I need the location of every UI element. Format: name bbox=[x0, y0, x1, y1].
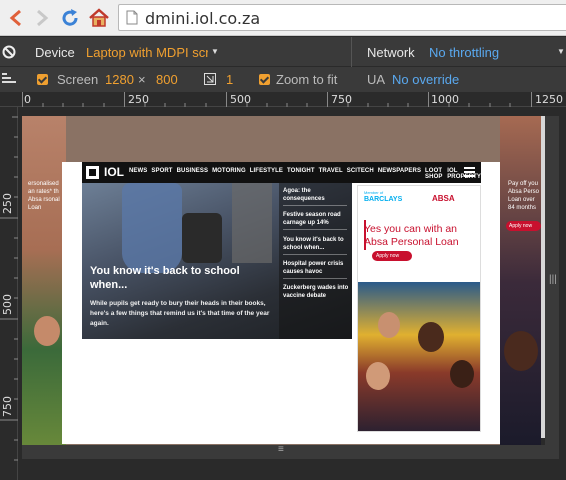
grip-icon: ≡ bbox=[278, 444, 284, 455]
iol-navbar: IOL NEWS SPORT BUSINESS MOTORING LIFESTY… bbox=[82, 162, 481, 183]
right-skin-ad[interactable] bbox=[500, 116, 541, 450]
resize-handle-right[interactable]: ||| bbox=[545, 116, 559, 450]
hero-title[interactable]: You know it's back to school when... bbox=[90, 264, 258, 292]
nav-link-business[interactable]: BUSINESS bbox=[177, 168, 208, 180]
divider bbox=[283, 205, 347, 206]
back-button[interactable] bbox=[4, 6, 28, 30]
toolbar-divider bbox=[351, 37, 352, 67]
screen-width-input[interactable]: 1280 bbox=[105, 72, 134, 87]
network-select[interactable]: No throttling ▼ bbox=[426, 42, 566, 62]
hero-image-figure bbox=[122, 183, 182, 273]
ruler-ticks-vertical bbox=[0, 116, 18, 461]
side-headline[interactable]: Hospital power crisis causes havoc bbox=[283, 260, 349, 276]
ad-person-image bbox=[34, 316, 60, 346]
side-headline[interactable]: Zuckerberg wades into vaccine debate bbox=[283, 284, 349, 300]
apply-now-button[interactable]: Apply now bbox=[372, 251, 412, 261]
times-sign: × bbox=[138, 72, 146, 87]
network-label: Network bbox=[367, 45, 415, 60]
chevron-down-icon: ▼ bbox=[557, 47, 565, 56]
ad-face bbox=[366, 362, 390, 390]
side-headline[interactable]: You know it's back to school when... bbox=[283, 236, 349, 252]
nav-link-sport[interactable]: SPORT bbox=[151, 168, 172, 180]
page-icon bbox=[126, 10, 138, 25]
media-query-icon[interactable] bbox=[2, 73, 18, 85]
swap-dimensions-icon[interactable] bbox=[204, 73, 216, 85]
left-ad-text: ersonalised an rates* th Absa rsonal Loa… bbox=[28, 181, 60, 211]
iol-logo-icon[interactable] bbox=[86, 166, 99, 179]
left-skin-ad[interactable] bbox=[22, 116, 66, 450]
ad-crowd-image bbox=[358, 282, 480, 431]
barclays-member-text: Member of bbox=[364, 190, 384, 195]
menu-icon[interactable] bbox=[464, 167, 475, 177]
side-headline[interactable]: Agoa: the consequences bbox=[283, 187, 349, 203]
hero-description: While pupils get ready to bury their hea… bbox=[90, 300, 270, 327]
divider bbox=[283, 229, 347, 230]
zoom-to-fit-checkbox[interactable] bbox=[259, 74, 270, 85]
apply-now-label: Apply now bbox=[376, 253, 400, 259]
grip-icon: ||| bbox=[549, 274, 557, 285]
screen-checkbox[interactable] bbox=[37, 74, 48, 85]
iol-page: IOL NEWS SPORT BUSINESS MOTORING LIFESTY… bbox=[62, 162, 500, 444]
dpr-input[interactable]: 1 bbox=[226, 72, 233, 87]
home-icon bbox=[89, 8, 109, 27]
screen-height-input[interactable]: 800 bbox=[156, 72, 178, 87]
iol-logo[interactable]: IOL bbox=[104, 165, 124, 179]
ad-person-image bbox=[504, 331, 538, 371]
browser-toolbar: dmini.iol.co.za bbox=[0, 0, 566, 36]
nav-link-tonight[interactable]: TONIGHT bbox=[287, 168, 315, 180]
emulation-toolbar: Device Laptop with MDPI scr ▼ Network No… bbox=[0, 37, 566, 67]
device-select[interactable]: Laptop with MDPI scr ▼ bbox=[83, 42, 223, 62]
nav-link-travel[interactable]: TRAVEL bbox=[319, 168, 343, 180]
divider bbox=[283, 254, 347, 255]
back-arrow-icon bbox=[9, 9, 21, 27]
screen-label: Screen bbox=[57, 72, 99, 87]
resize-handle-bottom[interactable]: ≡ bbox=[22, 444, 559, 459]
nav-link-scitech[interactable]: SCITECH bbox=[347, 168, 374, 180]
nav-link-loot-shop[interactable]: LOOT SHOP bbox=[425, 168, 443, 180]
nav-link-motoring[interactable]: MOTORING bbox=[212, 168, 246, 180]
hero-image-figure bbox=[232, 183, 272, 263]
reload-icon bbox=[62, 9, 78, 26]
reload-button[interactable] bbox=[58, 6, 82, 30]
absa-logo: ABSA bbox=[432, 194, 455, 203]
right-ad-apply-button[interactable]: Apply now bbox=[506, 221, 541, 231]
hero-image-bag bbox=[182, 213, 222, 263]
divider bbox=[283, 278, 347, 279]
ad-face bbox=[378, 312, 400, 338]
nav-link-newspapers[interactable]: NEWSPAPERS bbox=[378, 168, 421, 180]
ua-input[interactable]: No override bbox=[392, 72, 459, 87]
iol-nav-links: NEWS SPORT BUSINESS MOTORING LIFESTYLE T… bbox=[129, 168, 481, 180]
ua-label: UA bbox=[367, 72, 386, 87]
home-button[interactable] bbox=[87, 6, 111, 30]
emulation-options: Screen 1280 × 800 1 Zoom to fit UA No ov… bbox=[0, 67, 566, 92]
ruler-ticks bbox=[22, 92, 532, 107]
device-label: Device bbox=[35, 45, 75, 60]
ad-headline: Yes you can with an Absa Personal Loan bbox=[364, 223, 459, 248]
url-text: dmini.iol.co.za bbox=[145, 9, 261, 28]
side-headline[interactable]: Festive season road carnage up 14% bbox=[283, 211, 349, 227]
address-bar[interactable]: dmini.iol.co.za bbox=[118, 4, 566, 31]
ad-face bbox=[450, 360, 474, 388]
right-ad-text: Pay off you Absa Perso Loan over 84 mont… bbox=[508, 181, 540, 211]
forward-button[interactable] bbox=[30, 6, 54, 30]
device-select-value: Laptop with MDPI scr bbox=[86, 45, 208, 60]
no-emulation-icon[interactable] bbox=[2, 45, 16, 59]
chevron-down-icon: ▼ bbox=[211, 47, 219, 56]
absa-ad[interactable]: Member of BARCLAYS ABSA Yes you can with… bbox=[357, 185, 481, 432]
nav-link-lifestyle[interactable]: LIFESTYLE bbox=[250, 168, 283, 180]
barclays-logo: BARCLAYS bbox=[364, 196, 403, 203]
network-select-value: No throttling bbox=[429, 45, 500, 60]
zoom-to-fit-label: Zoom to fit bbox=[276, 72, 338, 87]
side-headlines: Agoa: the consequences Festive season ro… bbox=[279, 183, 352, 339]
forward-arrow-icon bbox=[37, 9, 49, 27]
hero-article[interactable]: You know it's back to school when... Whi… bbox=[82, 183, 352, 339]
emulated-viewport[interactable]: ersonalised an rates* th Absa rsonal Loa… bbox=[22, 116, 541, 450]
ad-face bbox=[418, 322, 444, 352]
nav-link-news[interactable]: NEWS bbox=[129, 168, 147, 180]
